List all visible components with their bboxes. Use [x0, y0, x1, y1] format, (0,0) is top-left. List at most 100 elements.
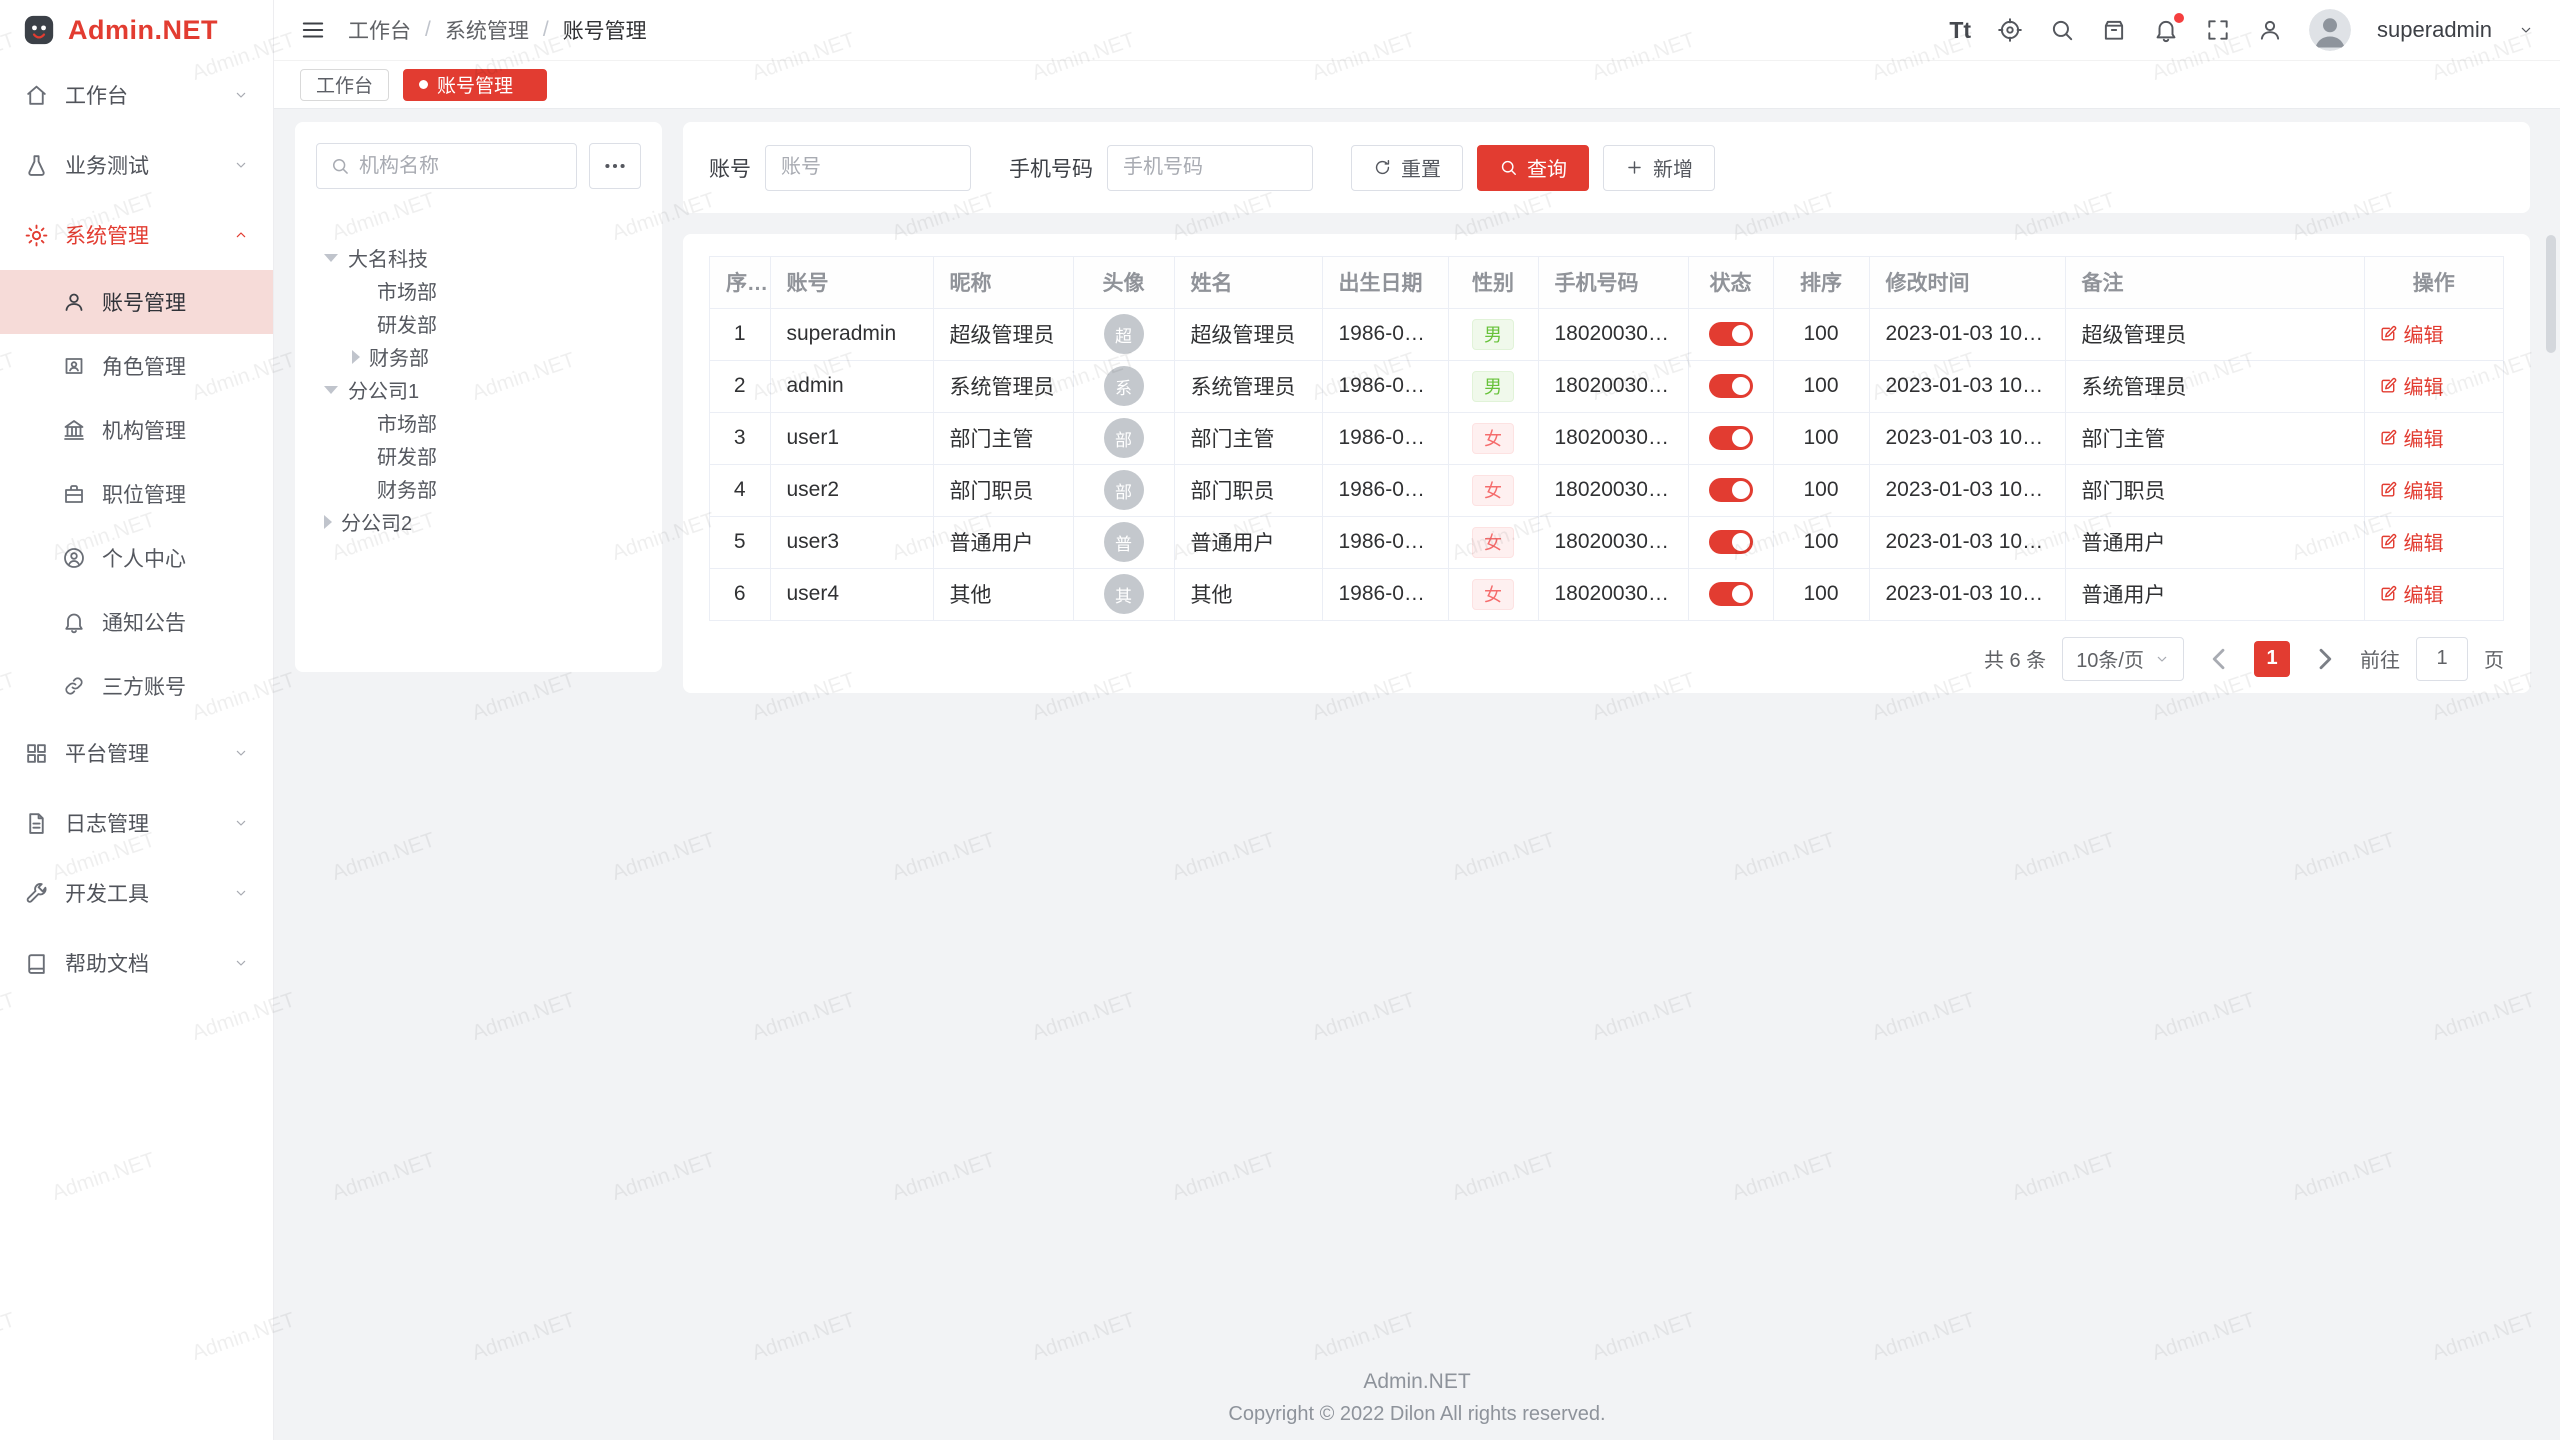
username[interactable]: superadmin — [2377, 17, 2492, 43]
sidebar-subitem-2-5[interactable]: 通知公告 — [0, 590, 273, 654]
chevron-down-icon — [233, 815, 249, 831]
edit-button[interactable]: 编辑 — [2379, 319, 2444, 348]
font-size-icon[interactable]: Tt — [1949, 17, 1971, 44]
sidebar-item-5[interactable]: 开发工具 — [0, 858, 273, 928]
bell-icon — [62, 610, 86, 634]
sidebar-subitem-2-6[interactable]: 三方账号 — [0, 654, 273, 718]
status-toggle[interactable] — [1709, 582, 1753, 606]
sidebar-item-4[interactable]: 日志管理 — [0, 788, 273, 858]
status-toggle[interactable] — [1709, 322, 1753, 346]
column-header-9: 排序 — [1773, 257, 1869, 308]
edit-button[interactable]: 编辑 — [2379, 371, 2444, 400]
app-logo-icon — [22, 13, 56, 47]
tree-node[interactable]: 市场部 — [316, 406, 641, 439]
sidebar-item-1[interactable]: 业务测试 — [0, 130, 273, 200]
tab-1[interactable]: 账号管理 — [403, 69, 547, 101]
theme-icon[interactable] — [2101, 17, 2127, 43]
tree-node[interactable]: 市场部 — [316, 274, 641, 307]
next-page-button[interactable] — [2306, 640, 2344, 678]
user-avatar[interactable] — [2309, 9, 2351, 51]
app-title: Admin.NET — [68, 15, 218, 46]
sidebar-subitem-2-0[interactable]: 账号管理 — [0, 270, 273, 334]
caret-down-icon[interactable] — [324, 254, 338, 262]
tree-node[interactable]: 财务部 — [316, 340, 641, 373]
status-toggle[interactable] — [1709, 426, 1753, 450]
sidebar-subitem-2-2[interactable]: 机构管理 — [0, 398, 273, 462]
goto-page-input[interactable] — [2416, 637, 2468, 681]
page-size-select[interactable]: 10条/页 — [2062, 637, 2184, 681]
caret-right-icon[interactable] — [352, 350, 360, 364]
component-size-icon[interactable] — [1997, 17, 2023, 43]
sidebar-item-6[interactable]: 帮助文档 — [0, 928, 273, 998]
status-toggle[interactable] — [1709, 374, 1753, 398]
org-search-box[interactable] — [316, 143, 577, 189]
breadcrumb-item-2[interactable]: 账号管理 — [563, 15, 647, 45]
gender-tag: 女 — [1472, 423, 1514, 454]
status-toggle[interactable] — [1709, 478, 1753, 502]
footer-copyright: Copyright © 2022 Dilon All rights reserv… — [274, 1403, 2560, 1426]
file-icon — [24, 811, 49, 836]
app-logo[interactable]: Admin.NET — [0, 0, 273, 60]
edit-button[interactable]: 编辑 — [2379, 527, 2444, 556]
tab-0[interactable]: 工作台 — [300, 69, 389, 101]
table-row: 6user4其他其其他1986-06-28女180200307201002023… — [710, 568, 2503, 620]
gear-icon — [24, 223, 49, 248]
right-column: 账号 手机号码 重置 查询 新增 序号账号昵称头像姓名出生日期性别手机号码状态排… — [683, 122, 2530, 693]
notification-bell-icon[interactable] — [2153, 17, 2179, 43]
link-icon — [62, 674, 86, 698]
caret-right-icon[interactable] — [324, 515, 332, 529]
column-header-5: 出生日期 — [1322, 257, 1448, 308]
tree-node[interactable]: 分公司2 — [316, 505, 641, 538]
caret-down-icon[interactable] — [324, 386, 338, 394]
hamburger-menu-icon[interactable] — [300, 17, 326, 43]
edit-button[interactable]: 编辑 — [2379, 579, 2444, 608]
chevron-down-icon — [233, 87, 249, 103]
more-icon — [602, 153, 628, 179]
row-avatar: 超 — [1104, 314, 1144, 354]
column-header-7: 手机号码 — [1538, 257, 1688, 308]
sidebar-item-3[interactable]: 平台管理 — [0, 718, 273, 788]
wrench-icon — [24, 881, 49, 906]
sidebar-item-2[interactable]: 系统管理 — [0, 200, 273, 270]
reset-button[interactable]: 重置 — [1351, 145, 1463, 191]
total-count: 共 6 条 — [1984, 644, 2046, 673]
breadcrumb: 工作台/系统管理/账号管理 — [348, 15, 647, 45]
prev-page-button[interactable] — [2200, 640, 2238, 678]
tree-node[interactable]: 分公司1 — [316, 373, 641, 406]
row-avatar: 普 — [1104, 522, 1144, 562]
tree-node[interactable]: 研发部 — [316, 307, 641, 340]
tree-node[interactable]: 财务部 — [316, 472, 641, 505]
phone-input[interactable] — [1107, 145, 1313, 191]
column-header-12: 操作 — [2364, 257, 2503, 308]
status-toggle[interactable] — [1709, 530, 1753, 554]
table-row: 5user3普通用户普普通用户1986-06-28女18020030720100… — [710, 516, 2503, 568]
fullscreen-icon[interactable] — [2205, 17, 2231, 43]
page-unit-label: 页 — [2484, 644, 2504, 673]
search-button[interactable]: 查询 — [1477, 145, 1589, 191]
tree-node[interactable]: 研发部 — [316, 439, 641, 472]
add-button[interactable]: 新增 — [1603, 145, 1715, 191]
org-search-input[interactable] — [359, 155, 563, 178]
page-number-1[interactable]: 1 — [2254, 641, 2290, 677]
scrollbar-thumb[interactable] — [2546, 235, 2556, 353]
tree-node[interactable]: 大名科技 — [316, 241, 641, 274]
edit-button[interactable]: 编辑 — [2379, 423, 2444, 452]
sidebar-subitem-2-3[interactable]: 职位管理 — [0, 462, 273, 526]
breadcrumb-item-1[interactable]: 系统管理 — [445, 15, 529, 45]
account-icon[interactable] — [2257, 17, 2283, 43]
row-avatar: 部 — [1104, 418, 1144, 458]
page-size-value: 10条/页 — [2076, 644, 2144, 673]
phone-label: 手机号码 — [1009, 153, 1093, 183]
search-icon[interactable] — [2049, 17, 2075, 43]
breadcrumb-item-0[interactable]: 工作台 — [348, 15, 411, 45]
account-input[interactable] — [765, 145, 971, 191]
edit-button[interactable]: 编辑 — [2379, 475, 2444, 504]
user-menu-chevron-icon[interactable] — [2518, 22, 2534, 38]
sidebar-subitem-2-1[interactable]: 角色管理 — [0, 334, 273, 398]
chevron-down-icon — [233, 955, 249, 971]
app-root: Admin.NET 工作台业务测试系统管理账号管理角色管理机构管理职位管理个人中… — [0, 0, 2560, 1440]
sidebar-subitem-2-4[interactable]: 个人中心 — [0, 526, 273, 590]
table-row: 3user1部门主管部部门主管1986-06-28女18020030720100… — [710, 412, 2503, 464]
sidebar-item-0[interactable]: 工作台 — [0, 60, 273, 130]
org-more-button[interactable] — [589, 143, 641, 189]
